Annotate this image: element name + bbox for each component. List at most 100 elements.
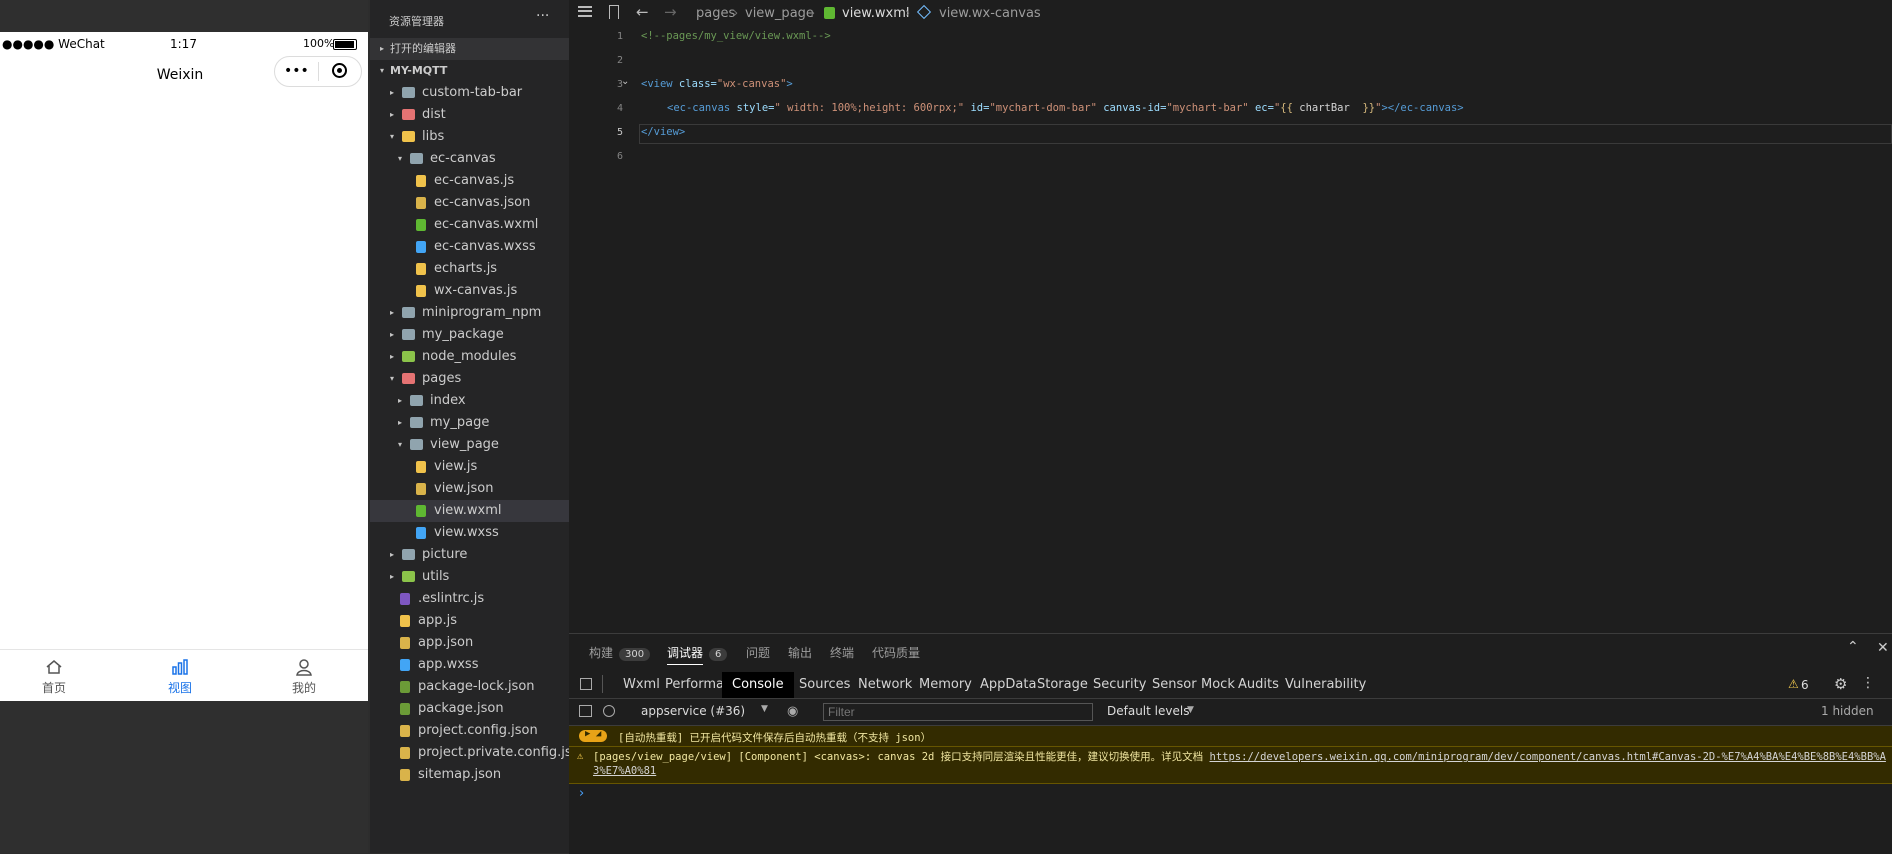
file-tree-item[interactable]: project.config.json [370, 720, 569, 742]
devtools-tab-console[interactable]: Console [722, 672, 794, 698]
file-tree-label: package.json [418, 701, 504, 716]
file-tree-item[interactable]: ▾ ec-canvas [370, 148, 569, 170]
breadcrumb-pages[interactable]: pages [696, 6, 735, 21]
sidebar-toggle-icon[interactable] [579, 705, 592, 717]
dropdown-arrow-icon[interactable]: ▼ [761, 704, 768, 714]
file-tree-item[interactable]: ▸ picture [370, 544, 569, 566]
tab-home[interactable]: 首页 [0, 650, 114, 701]
tab-output[interactable]: 输出 [788, 644, 812, 661]
file-tree-item[interactable]: ec-canvas.wxml [370, 214, 569, 236]
breadcrumb-view-page[interactable]: view_page [745, 6, 814, 21]
file-tree-label: sitemap.json [418, 767, 502, 782]
back-arrow-icon[interactable]: ← [636, 3, 649, 21]
gear-icon[interactable]: ⚙ [1834, 675, 1847, 693]
open-editors-section[interactable]: ▸ 打开的编辑器 [370, 38, 569, 60]
console-warning-text: [pages/view_page/view] [Component] <canv… [593, 751, 1210, 763]
file-tree-item[interactable]: view.json [370, 478, 569, 500]
hidden-count: 1 hidden [1821, 704, 1874, 718]
code-line-5[interactable]: </view> [641, 126, 685, 138]
dropdown-arrow-icon[interactable]: ▼ [1187, 705, 1194, 715]
file-tree-item[interactable]: project.private.config.js... [370, 742, 584, 764]
tab-mine[interactable]: 我的 [244, 650, 364, 701]
code-line-1[interactable]: <!--pages/my_view/view.wxml--> [641, 30, 831, 42]
tab-view[interactable]: 视图 [120, 650, 240, 701]
file-tree-label: package-lock.json [418, 679, 535, 694]
close-icon[interactable]: ✕ [1877, 640, 1889, 656]
file-tree-item[interactable]: ▾ pages [370, 368, 569, 390]
clear-console-icon[interactable] [603, 705, 615, 717]
file-tree-item[interactable]: ▸ utils [370, 566, 569, 588]
file-tree-item[interactable]: app.json [370, 632, 569, 654]
warning-count[interactable]: 6 [1801, 678, 1809, 692]
capsule-divider [318, 62, 319, 81]
file-tree-item[interactable]: ▸ my_page [370, 412, 569, 434]
file-tree-item[interactable]: app.wxss [370, 654, 569, 676]
file-tree-item[interactable]: ▸ dist [370, 104, 569, 126]
forward-arrow-icon[interactable]: → [664, 3, 677, 21]
file-tree-item[interactable]: ▸ index [370, 390, 569, 412]
code-line-4[interactable]: <ec-canvas style=" width: 100%;height: 6… [667, 102, 1464, 114]
eye-icon[interactable]: ◉ [787, 704, 798, 719]
file-tree-item[interactable]: .eslintrc.js [370, 588, 569, 610]
tab-code-quality[interactable]: 代码质量 [872, 644, 920, 661]
more-dots-icon[interactable]: ••• [284, 63, 309, 79]
chevron-up-icon[interactable]: ⌃ [1847, 639, 1859, 655]
inspect-element-icon[interactable] [580, 678, 592, 690]
folder-icon [402, 131, 415, 142]
file-tree-item[interactable]: ▾ view_page [370, 434, 569, 456]
tab-debugger[interactable]: 调试器 6 [667, 644, 728, 661]
explorer-more-icon[interactable]: ··· [536, 8, 549, 24]
file-tree-item[interactable]: package.json [370, 698, 569, 720]
file-tree-item[interactable]: package-lock.json [370, 676, 569, 698]
console-message-info[interactable]: ▶ ◢ [自动热重载] 已开启代码文件保存后自动热重载（不支持 json） [569, 726, 1892, 747]
file-tree-item[interactable]: app.js [370, 610, 569, 632]
capsule-menu[interactable]: ••• [274, 56, 362, 87]
console-message-warning[interactable]: ⚠ [pages/view_page/view] [Component] <ca… [569, 747, 1892, 784]
wxml-file-icon [416, 219, 426, 231]
file-tree-item[interactable]: ec-canvas.json [370, 192, 569, 214]
json-file-icon [416, 197, 426, 209]
tab-terminal[interactable]: 终端 [830, 644, 854, 661]
file-tree-item[interactable]: wx-canvas.js [370, 280, 569, 302]
bar-chart-icon [172, 659, 188, 675]
breadcrumb-file[interactable]: view.wxml [842, 6, 909, 21]
folder-icon [410, 395, 423, 406]
file-tree-item[interactable]: view.wxml [370, 500, 569, 522]
eslint-file-icon [400, 593, 410, 605]
fold-chevron-icon[interactable]: ⌄ [621, 76, 629, 87]
file-tree-label: utils [422, 569, 450, 584]
folder-icon [402, 307, 415, 318]
tab-problems[interactable]: 问题 [746, 644, 770, 661]
line-number: 1 [616, 31, 623, 42]
console-prompt[interactable]: › [579, 786, 584, 801]
tab-build[interactable]: 构建 300 [589, 644, 651, 661]
warning-icon[interactable]: ⚠ [1788, 677, 1799, 691]
code-line-3[interactable]: <view class="wx-canvas"> [641, 78, 793, 90]
context-select[interactable]: appservice (#36) [641, 704, 745, 718]
file-tree-item[interactable]: ▸ miniprogram_npm [370, 302, 569, 324]
close-circle-icon[interactable] [332, 63, 347, 78]
breadcrumb-symbol[interactable]: view.wx-canvas [939, 6, 1041, 21]
file-tree-item[interactable]: sitemap.json [370, 764, 569, 786]
project-section[interactable]: ▾ MY-MQTT [370, 60, 569, 82]
file-tree-item[interactable]: view.wxss [370, 522, 569, 544]
file-tree-item[interactable]: ▸ my_package [370, 324, 569, 346]
list-icon[interactable] [578, 6, 592, 17]
devtools-tab-vulnerability[interactable]: Vulnerability [1275, 672, 1376, 698]
active-tab-underline [667, 664, 703, 665]
file-tree-item[interactable]: ▸ node_modules [370, 346, 569, 368]
log-levels-select[interactable]: Default levels [1107, 704, 1189, 718]
file-tree-item[interactable]: ec-canvas.js [370, 170, 569, 192]
file-tree-item[interactable]: ▾ libs [370, 126, 569, 148]
file-tree-item[interactable]: echarts.js [370, 258, 569, 280]
chevron-right-icon: ▸ [397, 418, 402, 427]
bookmark-icon[interactable] [609, 5, 619, 19]
file-tree-label: miniprogram_npm [422, 305, 542, 320]
code-expression: chartBar [1292, 102, 1363, 114]
file-tree-item[interactable]: ▸ custom-tab-bar [370, 82, 569, 104]
file-tree-item[interactable]: ec-canvas.wxss [370, 236, 569, 258]
folder-icon [402, 109, 415, 120]
file-tree-item[interactable]: view.js [370, 456, 569, 478]
kebab-menu-icon[interactable]: ⋮ [1861, 675, 1875, 691]
filter-input[interactable] [823, 703, 1093, 721]
